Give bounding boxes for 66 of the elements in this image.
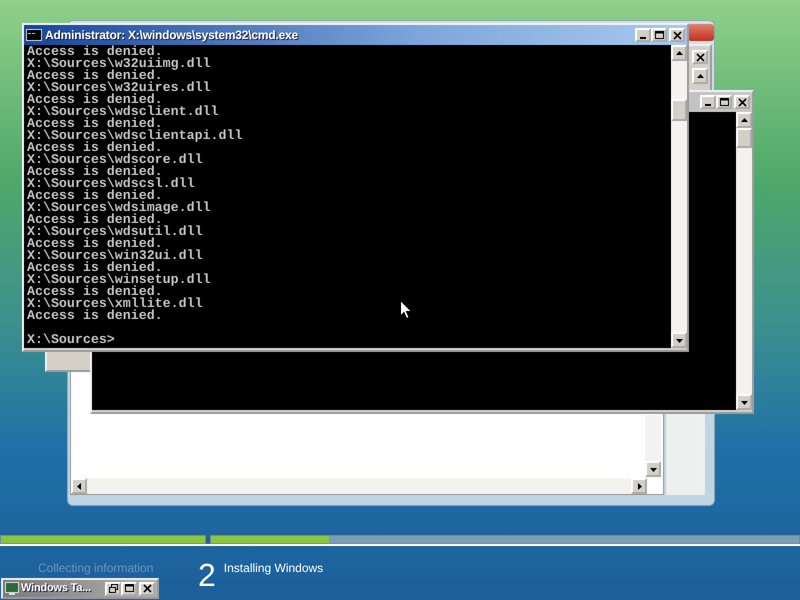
scroll-down-button[interactable] [645, 461, 661, 477]
console-line: Access is denied. [27, 238, 163, 250]
cmd-icon [26, 29, 42, 41]
scroll-up-button[interactable] [692, 68, 708, 84]
maximize-icon [654, 30, 664, 40]
close-button[interactable] [734, 95, 750, 109]
close-icon [142, 584, 152, 593]
console-line: Access is denied. [27, 94, 163, 106]
console-line: X:\Sources\winsetup.dll [27, 274, 212, 286]
scroll-thumb[interactable] [736, 128, 752, 148]
maximize-button[interactable] [716, 95, 732, 109]
restore-icon [108, 584, 118, 593]
console-line: X:\Sources\wdscsl.dll [27, 178, 196, 190]
console-line: X:\Sources\w32uiimg.dll [27, 58, 212, 70]
scroll-thumb[interactable] [671, 99, 687, 121]
window-title: Windows Ta... [21, 581, 91, 596]
restore-button[interactable] [105, 582, 121, 596]
console-line: X:\Sources\xmllite.dll [27, 298, 204, 310]
console-line: X:\Sources\wdscore.dll [27, 154, 204, 166]
console-line: X:\Sources\w32uires.dll [27, 82, 212, 94]
close-icon [738, 98, 746, 106]
console-line: Access is denied. [27, 214, 163, 226]
step-label: Installing Windows [224, 560, 324, 577]
command-prompt: X:\Sources> [27, 334, 116, 346]
maximize-icon [124, 584, 134, 593]
maximize-button[interactable] [121, 582, 137, 596]
scroll-right-button[interactable] [631, 478, 647, 494]
console-line: Access is denied. [27, 46, 163, 58]
cursor-icon [400, 300, 412, 320]
close-button[interactable] [692, 50, 708, 64]
up-arrow-icon [674, 48, 684, 58]
scroll-up-button[interactable] [671, 45, 687, 61]
close-icon [672, 30, 682, 40]
console-line: X:\Sources\wdsutil.dll [27, 226, 204, 238]
scroll-left-button[interactable] [71, 478, 87, 494]
step-label: Collecting information [38, 560, 154, 577]
up-arrow-icon [696, 72, 704, 80]
console-line: Access is denied. [27, 286, 163, 298]
minimize-icon [705, 104, 711, 106]
console-line: X:\Sources\wdsclientapi.dll [27, 130, 244, 142]
window-title: Administrator: X:\windows\system32\cmd.exe [45, 27, 298, 44]
scroll-down-button[interactable] [671, 332, 687, 348]
scroll-up-button[interactable] [736, 112, 752, 128]
minimize-button[interactable] [700, 95, 716, 109]
step-number: 2 [198, 559, 216, 591]
up-arrow-icon [740, 116, 748, 124]
console-line: Access is denied. [27, 190, 163, 202]
console-line: X:\Sources\wdsimage.dll [27, 202, 212, 214]
close-button[interactable] [669, 28, 685, 42]
close-button[interactable] [139, 582, 155, 596]
console-line: Access is denied. [27, 310, 164, 322]
console-line: Access is denied. [27, 118, 163, 130]
scroll-down-button[interactable] [736, 394, 752, 410]
left-arrow-icon [74, 482, 84, 490]
close-icon [696, 52, 704, 62]
console-line: Access is denied. [27, 262, 163, 274]
window-icon [5, 582, 19, 595]
maximize-button[interactable] [651, 28, 667, 42]
console-line: Access is denied. [27, 142, 163, 154]
console-line: Access is denied. [27, 70, 163, 82]
console-line: Access is denied. [27, 166, 163, 178]
maximize-icon [720, 98, 728, 106]
minimize-button[interactable] [635, 28, 651, 42]
console-line: X:\Sources\win32ui.dll [27, 250, 204, 262]
console-line: X:\Sources\wdsclient.dll [27, 106, 220, 118]
minimize-icon [640, 37, 646, 39]
